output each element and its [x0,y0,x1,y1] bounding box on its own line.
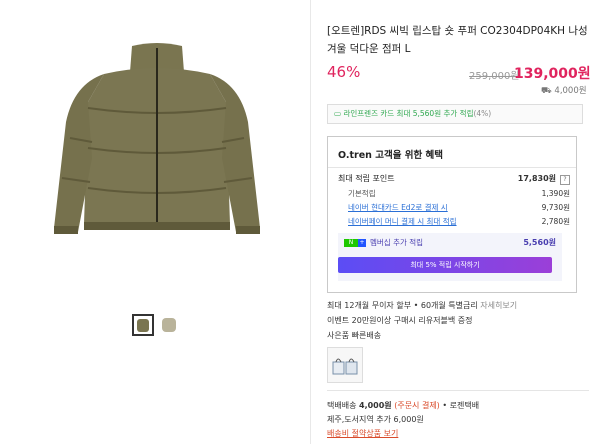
membership-label: 멤버십 추가 적립 [370,238,424,247]
membership-section: N + 멤버십 추가 적립 5,560원 최대 5% 적립 시작하기 [338,233,562,281]
divider [327,390,589,391]
membership-start-button[interactable]: 최대 5% 적립 시작하기 [338,257,552,273]
product-gallery [0,0,311,444]
delivery-type: • 로젠택배 [442,401,480,410]
card-benefit-suffix: (4%) [473,109,492,118]
event-info: 이벤트 20만원이상 구매시 리유저블백 증정 [327,315,473,326]
product-image [54,43,260,234]
benefit-title: O.tren 고객을 위한 혜택 [338,150,444,161]
shipping-amount: ⛟ 4,000원 [541,86,587,96]
points-pay-link[interactable]: 네이버페이 머니 결제 시 최대 적립 [348,217,457,226]
delivery-label: 택배배송 [327,401,357,410]
bundle-link[interactable]: 배송비 절약상품 보기 [327,429,398,438]
card-benefit-banner[interactable]: ▭ 라인프렌즈 카드 최대 5,560원 추가 적립(4%) [327,104,583,124]
thumbnail-jacket[interactable] [132,314,154,336]
points-value: 1,390원 [541,189,570,198]
thumbnail-jacket-alt[interactable] [158,314,180,336]
gift-image[interactable] [327,347,363,383]
points-row-card: 네이버 현대카드 Ed2로 결제 시 9,730원 [338,202,570,214]
max-points-value: 17,830원? [518,173,570,185]
delivery-info: 택배배송 4,000원 (주문시 결제) • 로젠택배 [327,400,479,411]
points-label: 기본적립 [348,189,376,198]
points-value: 2,780원 [541,217,570,226]
product-title: [오트렌]RDS 씨빅 립스탑 숏 푸퍼 CO2304DP04KH 나성 겨울 … [327,25,588,55]
discount-rate: 46% [327,63,361,81]
points-row-pay: 네이버페이 머니 결제 시 최대 적립 2,780원 [338,216,570,228]
event-label: 이벤트 [327,316,350,325]
card-icon: ▭ [334,109,342,118]
card-benefit-label: 라인프렌즈 카드 최대 5,560원 추가 적립 [343,109,474,118]
help-icon[interactable]: ? [560,175,570,185]
divider [328,167,576,168]
extra-fee: 제주,도서지역 추가 6,000원 [327,415,424,424]
truck-icon: ⛟ [541,86,552,96]
naver-plus-icon: N [344,239,358,247]
points-card-link[interactable]: 네이버 현대카드 Ed2로 결제 시 [348,203,448,212]
benefit-panel: O.tren 고객을 위한 혜택 최대 적립 포인트 17,830원? 기본적립… [327,136,577,293]
delivery-price: 4,000원 [359,401,392,410]
event-text: 20만원이상 구매시 리유저블백 증정 [351,316,473,325]
max-points-label: 최대 적립 포인트 [338,174,395,183]
delivery-condition: (주문시 결제) [394,401,440,410]
plus-icon: + [358,239,366,247]
installment-text: 최대 12개월 무이자 할부 • 60개월 특별금리 [327,301,478,310]
points-value: 9,730원 [541,203,570,212]
gift-label: 사은품 [327,331,350,340]
installment-info: 최대 12개월 무이자 할부 • 60개월 특별금리 자세히보기 [327,300,517,311]
sale-price: 139,000원 [514,66,591,82]
gift-info: 사은품 빠른배송 [327,330,381,341]
membership-value: 5,560원 [523,238,556,247]
installment-detail-link[interactable]: 자세히보기 [480,301,517,310]
points-row-basic: 기본적립 1,390원 [338,188,570,200]
gift-text: 빠른배송 [351,331,382,340]
max-points-row: 최대 적립 포인트 17,830원? [338,173,570,185]
bundle-info: 배송비 절약상품 보기 [327,428,398,439]
original-price: 259,000원 [469,71,520,82]
